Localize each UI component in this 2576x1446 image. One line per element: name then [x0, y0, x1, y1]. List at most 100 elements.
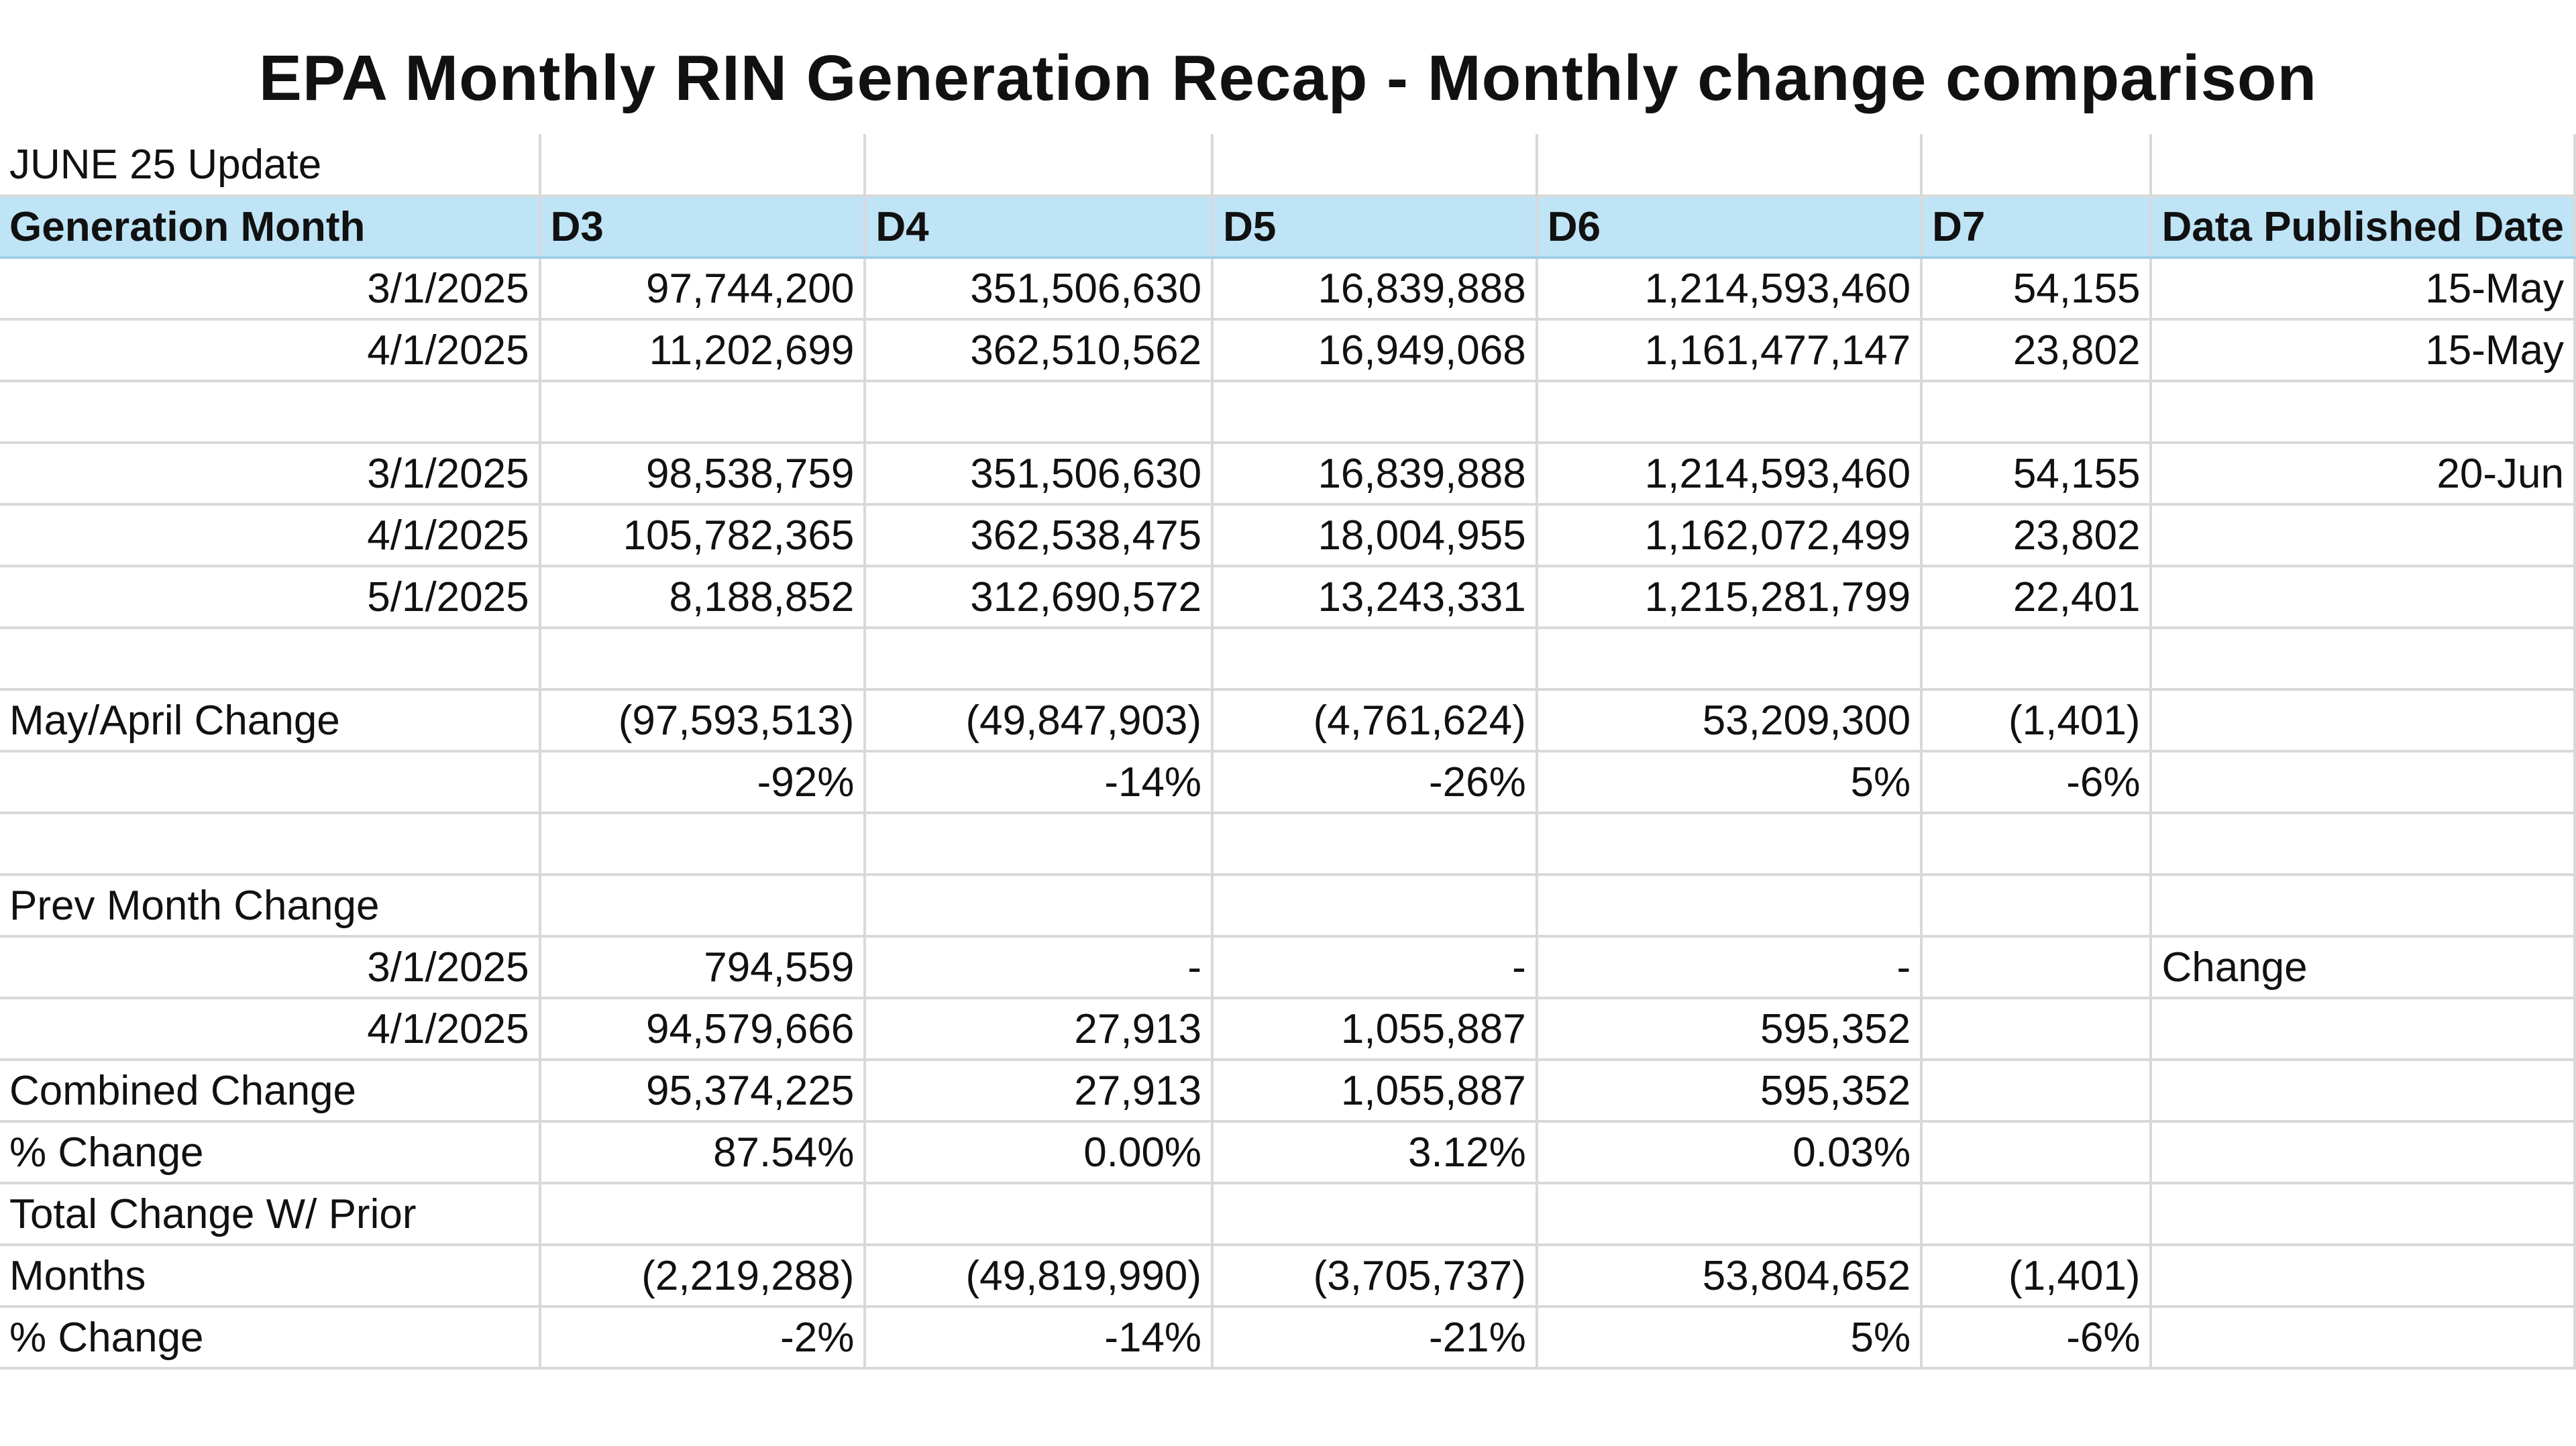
cell[interactable]: [1921, 875, 2153, 938]
cell[interactable]: [2151, 813, 2576, 876]
cell[interactable]: [0, 813, 541, 876]
cell[interactable]: 1,161,477,147: [1536, 319, 1923, 382]
cell[interactable]: [1921, 813, 2153, 876]
cell[interactable]: [1921, 628, 2153, 691]
cell[interactable]: 53,209,300: [1536, 689, 1923, 753]
cell[interactable]: [1536, 875, 1923, 938]
cell[interactable]: [1212, 875, 1538, 938]
cell[interactable]: [2151, 381, 2576, 444]
cell[interactable]: May/April Change: [0, 689, 541, 753]
cell[interactable]: % Change: [0, 1306, 541, 1370]
cell[interactable]: [1536, 628, 1923, 691]
cell[interactable]: 98,538,759: [539, 443, 867, 506]
cell[interactable]: 4/1/2025: [0, 319, 541, 382]
cell[interactable]: [539, 628, 867, 691]
cell[interactable]: 351,506,630: [865, 443, 1214, 506]
cell[interactable]: 53,804,652: [1536, 1245, 1923, 1308]
column-header-d5[interactable]: D5: [1212, 196, 1538, 259]
cell[interactable]: [1921, 1183, 2153, 1246]
cell[interactable]: 1,055,887: [1212, 1060, 1538, 1123]
cell[interactable]: 11,202,699: [539, 319, 867, 382]
cell[interactable]: (97,593,513): [539, 689, 867, 753]
cell[interactable]: 8,188,852: [539, 566, 867, 629]
cell[interactable]: [1921, 134, 2153, 197]
cell[interactable]: [1921, 936, 2153, 999]
cell[interactable]: [539, 813, 867, 876]
cell[interactable]: 16,839,888: [1212, 258, 1538, 321]
cell[interactable]: [865, 134, 1214, 197]
cell[interactable]: 20-Jun: [2151, 443, 2576, 506]
cell[interactable]: [2151, 1306, 2576, 1370]
cell[interactable]: [1212, 381, 1538, 444]
cell[interactable]: [0, 628, 541, 691]
cell[interactable]: (49,847,903): [865, 689, 1214, 753]
cell[interactable]: 27,913: [865, 998, 1214, 1061]
column-header-data-published-date[interactable]: Data Published Date: [2151, 196, 2576, 259]
cell[interactable]: [2151, 751, 2576, 814]
cell[interactable]: 22,401: [1921, 566, 2153, 629]
cell[interactable]: [1921, 381, 2153, 444]
cell[interactable]: [1921, 1060, 2153, 1123]
cell[interactable]: [865, 381, 1214, 444]
cell[interactable]: 794,559: [539, 936, 867, 999]
cell[interactable]: 5%: [1536, 1306, 1923, 1370]
cell[interactable]: -26%: [1212, 751, 1538, 814]
cell[interactable]: 15-May: [2151, 258, 2576, 321]
cell[interactable]: [1921, 1121, 2153, 1184]
cell[interactable]: Combined Change: [0, 1060, 541, 1123]
cell[interactable]: [2151, 566, 2576, 629]
cell[interactable]: -6%: [1921, 751, 2153, 814]
cell[interactable]: -: [1212, 936, 1538, 999]
cell[interactable]: -14%: [865, 751, 1214, 814]
cell[interactable]: [0, 381, 541, 444]
cell[interactable]: [1212, 134, 1538, 197]
cell[interactable]: 0.00%: [865, 1121, 1214, 1184]
column-header-generation-month[interactable]: Generation Month: [0, 196, 541, 259]
cell[interactable]: Prev Month Change: [0, 875, 541, 938]
cell[interactable]: [2151, 628, 2576, 691]
cell[interactable]: 3.12%: [1212, 1121, 1538, 1184]
cell[interactable]: Change: [2151, 936, 2576, 999]
cell[interactable]: -21%: [1212, 1306, 1538, 1370]
cell[interactable]: % Change: [0, 1121, 541, 1184]
cell[interactable]: -92%: [539, 751, 867, 814]
cell[interactable]: -14%: [865, 1306, 1214, 1370]
cell[interactable]: [2151, 1245, 2576, 1308]
cell[interactable]: 87.54%: [539, 1121, 867, 1184]
cell[interactable]: (4,761,624): [1212, 689, 1538, 753]
cell[interactable]: 595,352: [1536, 1060, 1923, 1123]
cell[interactable]: 4/1/2025: [0, 998, 541, 1061]
cell[interactable]: [1536, 381, 1923, 444]
cell[interactable]: -: [1536, 936, 1923, 999]
cell[interactable]: 595,352: [1536, 998, 1923, 1061]
cell[interactable]: 312,690,572: [865, 566, 1214, 629]
cell[interactable]: 54,155: [1921, 258, 2153, 321]
cell[interactable]: [1536, 134, 1923, 197]
cell[interactable]: [865, 628, 1214, 691]
column-header-d4[interactable]: D4: [865, 196, 1214, 259]
cell[interactable]: [0, 751, 541, 814]
cell[interactable]: [865, 875, 1214, 938]
cell[interactable]: 23,802: [1921, 319, 2153, 382]
cell[interactable]: 15-May: [2151, 319, 2576, 382]
cell[interactable]: [865, 813, 1214, 876]
cell[interactable]: 5%: [1536, 751, 1923, 814]
cell[interactable]: 3/1/2025: [0, 443, 541, 506]
cell[interactable]: [539, 381, 867, 444]
cell[interactable]: (3,705,737): [1212, 1245, 1538, 1308]
cell[interactable]: [2151, 1060, 2576, 1123]
cell[interactable]: 27,913: [865, 1060, 1214, 1123]
cell[interactable]: 362,538,475: [865, 504, 1214, 567]
cell[interactable]: [539, 875, 867, 938]
update-label[interactable]: JUNE 25 Update: [0, 134, 541, 197]
cell[interactable]: 362,510,562: [865, 319, 1214, 382]
cell[interactable]: [539, 1183, 867, 1246]
cell[interactable]: 97,744,200: [539, 258, 867, 321]
cell[interactable]: [1536, 813, 1923, 876]
cell[interactable]: 3/1/2025: [0, 258, 541, 321]
cell[interactable]: 1,055,887: [1212, 998, 1538, 1061]
cell[interactable]: -: [865, 936, 1214, 999]
cell[interactable]: [1536, 1183, 1923, 1246]
cell[interactable]: [1212, 628, 1538, 691]
cell[interactable]: -2%: [539, 1306, 867, 1370]
